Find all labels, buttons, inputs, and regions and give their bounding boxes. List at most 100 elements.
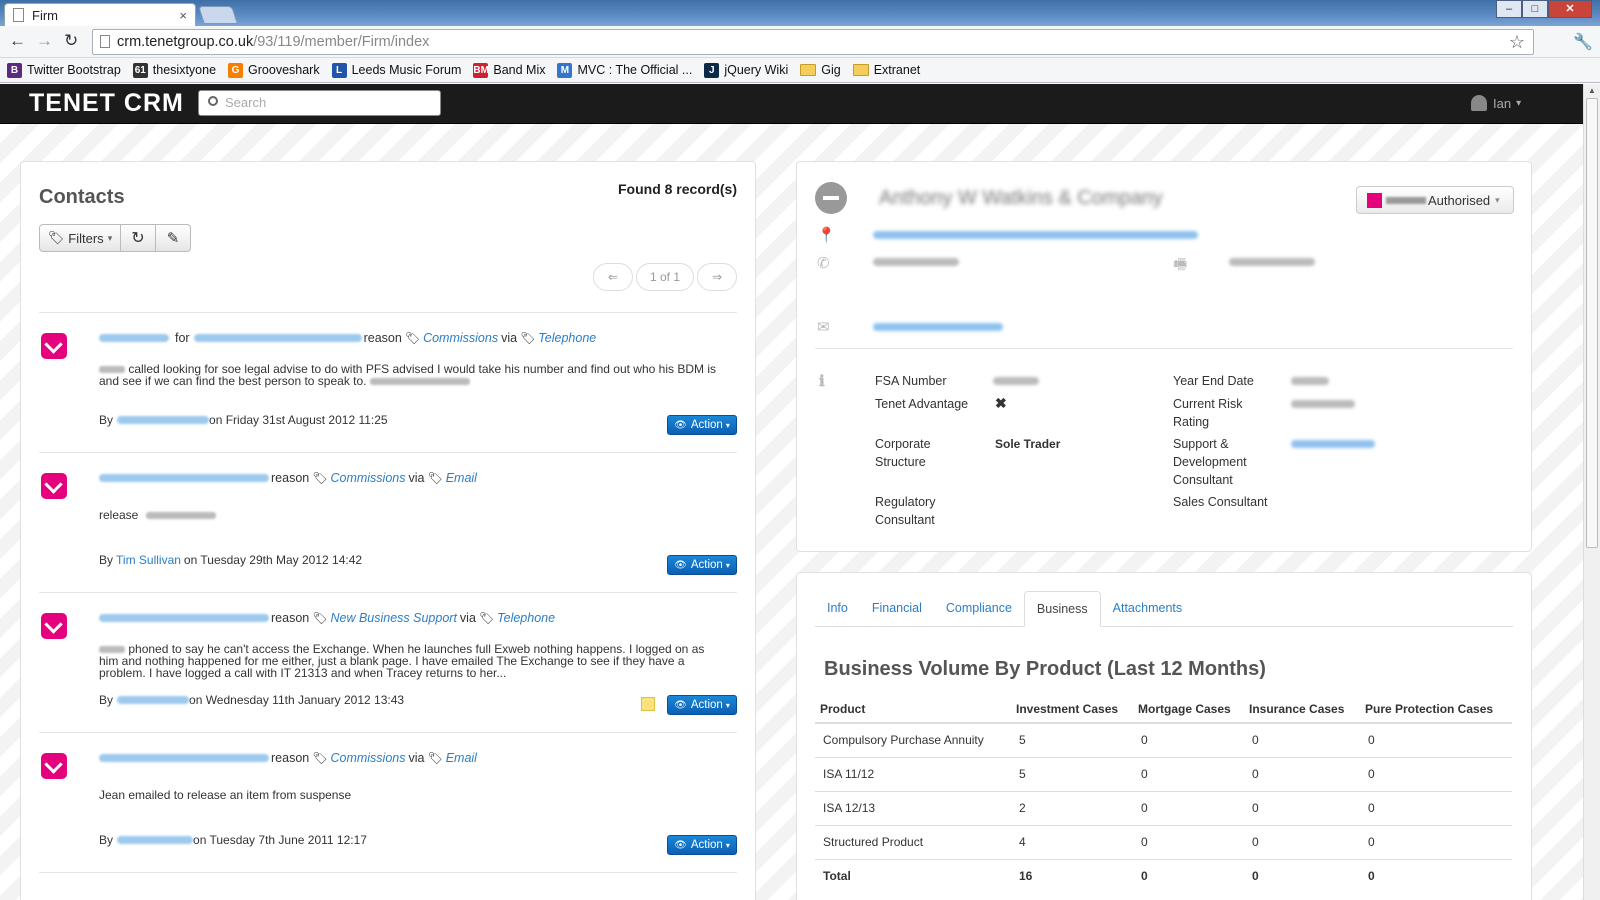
table-cell: 0 xyxy=(1244,722,1360,757)
author-link[interactable] xyxy=(117,836,194,844)
address-link[interactable] xyxy=(873,231,1198,239)
page-scrollbar[interactable]: ▲ xyxy=(1583,84,1600,900)
address-bar[interactable]: crm.tenetgroup.co.uk/93/119/member/Firm/… xyxy=(92,29,1534,55)
method-link[interactable]: Email xyxy=(446,471,477,485)
bookmark-item[interactable]: JjQuery Wiki xyxy=(704,62,788,78)
reason-link[interactable]: Commissions xyxy=(423,331,498,345)
contact-name-link[interactable] xyxy=(99,334,169,342)
firm-link[interactable] xyxy=(99,474,269,482)
action-button[interactable]: 👁 Action ▾ xyxy=(667,555,737,575)
table-row: Structured Product 4 0 0 0 xyxy=(815,824,1512,859)
filters-button[interactable]: 🏷 Filters ▾ xyxy=(39,224,121,252)
table-cell: 0 xyxy=(1244,824,1360,859)
note-text: phoned to say he can't access the Exchan… xyxy=(99,642,705,680)
table-cell: 16 xyxy=(1011,858,1133,893)
brand-logo[interactable]: TENET CRM xyxy=(29,89,184,118)
status-color-swatch xyxy=(1367,192,1382,208)
note-header: for reason 🏷 Commissions via 🏷 Telephone xyxy=(99,331,596,345)
firm-link[interactable] xyxy=(99,754,269,762)
email-link[interactable] xyxy=(873,323,1003,331)
bookmark-item[interactable]: B Twitter Bootstrap xyxy=(7,62,121,78)
bookmark-item[interactable]: Extranet xyxy=(852,63,920,77)
tab-title: Firm xyxy=(32,7,58,23)
search-icon xyxy=(208,96,218,106)
refresh-button[interactable]: ↻ xyxy=(121,224,156,252)
method-link[interactable]: Telephone xyxy=(497,611,555,625)
action-button[interactable]: 👁 Action ▾ xyxy=(667,835,737,855)
edit-button[interactable]: ✎ xyxy=(156,224,191,252)
action-button[interactable]: 👁 Action ▾ xyxy=(667,695,737,715)
note-body: called looking for soe legal advise to d… xyxy=(99,363,719,387)
redacted-value xyxy=(145,512,216,519)
table-cell: 0 xyxy=(1360,722,1512,757)
reason-link[interactable]: New Business Support xyxy=(330,611,456,625)
bookmark-item[interactable]: Gig xyxy=(800,63,841,77)
firm-link[interactable] xyxy=(99,614,269,622)
reason-link[interactable]: Commissions xyxy=(330,751,405,765)
eye-icon: 👁 xyxy=(674,839,687,851)
reason-link[interactable]: Commissions xyxy=(330,471,405,485)
bookmark-favicon-icon: B xyxy=(7,62,22,78)
scrollbar-thumb[interactable] xyxy=(1586,98,1598,548)
prev-page-button[interactable]: ⇐ xyxy=(593,263,633,291)
method-link[interactable]: Email xyxy=(446,751,477,765)
bookmark-item[interactable]: BM Band Mix xyxy=(473,62,545,78)
contact-type-icon xyxy=(41,613,67,639)
bookmark-item[interactable]: L Leeds Music Forum xyxy=(331,62,461,78)
tab-business[interactable]: Business xyxy=(1023,591,1101,627)
folder-icon xyxy=(852,64,869,76)
method-link[interactable]: Telephone xyxy=(538,331,596,345)
next-page-button[interactable]: ⇒ xyxy=(697,263,737,291)
note-byline: By Tim Sullivan on Tuesday 29th May 2012… xyxy=(99,553,362,567)
author-link[interactable] xyxy=(117,416,210,424)
minus-circle-icon[interactable] xyxy=(815,182,847,214)
contacts-title: Contacts xyxy=(39,186,125,208)
table-cell: 0 xyxy=(1360,858,1512,893)
reload-icon[interactable]: ↻ xyxy=(64,31,78,51)
bookmark-item[interactable]: G Grooveshark xyxy=(228,62,320,78)
sticky-note-icon[interactable] xyxy=(641,697,655,711)
eye-icon: 👁 xyxy=(674,559,687,571)
user-menu[interactable]: Ian ▾ xyxy=(1471,95,1521,111)
close-window-button[interactable]: ✕ xyxy=(1548,0,1592,18)
bookmark-star-icon[interactable]: ☆ xyxy=(1509,30,1525,54)
scroll-up-icon[interactable]: ▲ xyxy=(1588,86,1596,95)
minimize-button[interactable]: – xyxy=(1496,0,1522,18)
maximize-button[interactable]: □ xyxy=(1522,0,1548,18)
search-input[interactable]: Search xyxy=(198,90,441,116)
bookmark-label: MVC : The Official ... xyxy=(577,63,693,77)
tab-compliance[interactable]: Compliance xyxy=(934,591,1024,626)
status-dropdown[interactable]: Authorised ▾ xyxy=(1356,186,1514,214)
close-tab-icon[interactable]: × xyxy=(179,8,187,23)
back-icon[interactable]: ← xyxy=(9,31,26,51)
tab-info[interactable]: Info xyxy=(815,591,860,626)
note-body: phoned to say he can't access the Exchan… xyxy=(99,643,719,679)
bookmark-item[interactable]: M MVC : The Official ... xyxy=(557,62,693,78)
bookmark-favicon-icon: J xyxy=(704,62,720,78)
table-cell: 0 xyxy=(1133,824,1244,859)
tab-attachments[interactable]: Attachments xyxy=(1101,591,1194,626)
bookmark-item[interactable]: 61 thesixtyone xyxy=(132,62,216,78)
wrench-icon[interactable]: 🔧 xyxy=(1573,32,1593,52)
tab-financial[interactable]: Financial xyxy=(860,591,934,626)
bookmark-favicon-icon: G xyxy=(228,62,244,78)
browser-tab-firm[interactable]: Firm × xyxy=(4,3,196,26)
eye-icon: 👁 xyxy=(674,699,687,711)
chevron-down-icon: ▾ xyxy=(1516,97,1522,109)
new-tab-button[interactable] xyxy=(198,6,238,24)
note-date: on Friday 31st August 2012 11:25 xyxy=(209,413,388,427)
contact-type-icon xyxy=(41,473,67,499)
fax-icon: 🖷 xyxy=(1173,256,1188,273)
bookmark-favicon-icon: BM xyxy=(473,62,489,78)
firm-link[interactable] xyxy=(193,334,362,342)
fsa-number-label: FSA Number xyxy=(875,374,947,388)
action-button[interactable]: 👁 Action ▾ xyxy=(667,415,737,435)
corporate-structure-value: Sole Trader xyxy=(995,437,1061,451)
sales-consultant-label: Sales Consultant xyxy=(1173,495,1268,509)
support-dev-consultant-link[interactable] xyxy=(1291,440,1375,448)
author-link[interactable]: Tim Sullivan xyxy=(116,553,181,567)
forward-icon[interactable]: → xyxy=(36,31,53,51)
bookmark-label: Grooveshark xyxy=(248,63,320,77)
author-link[interactable] xyxy=(117,696,190,704)
year-end-date-value xyxy=(1291,377,1329,385)
